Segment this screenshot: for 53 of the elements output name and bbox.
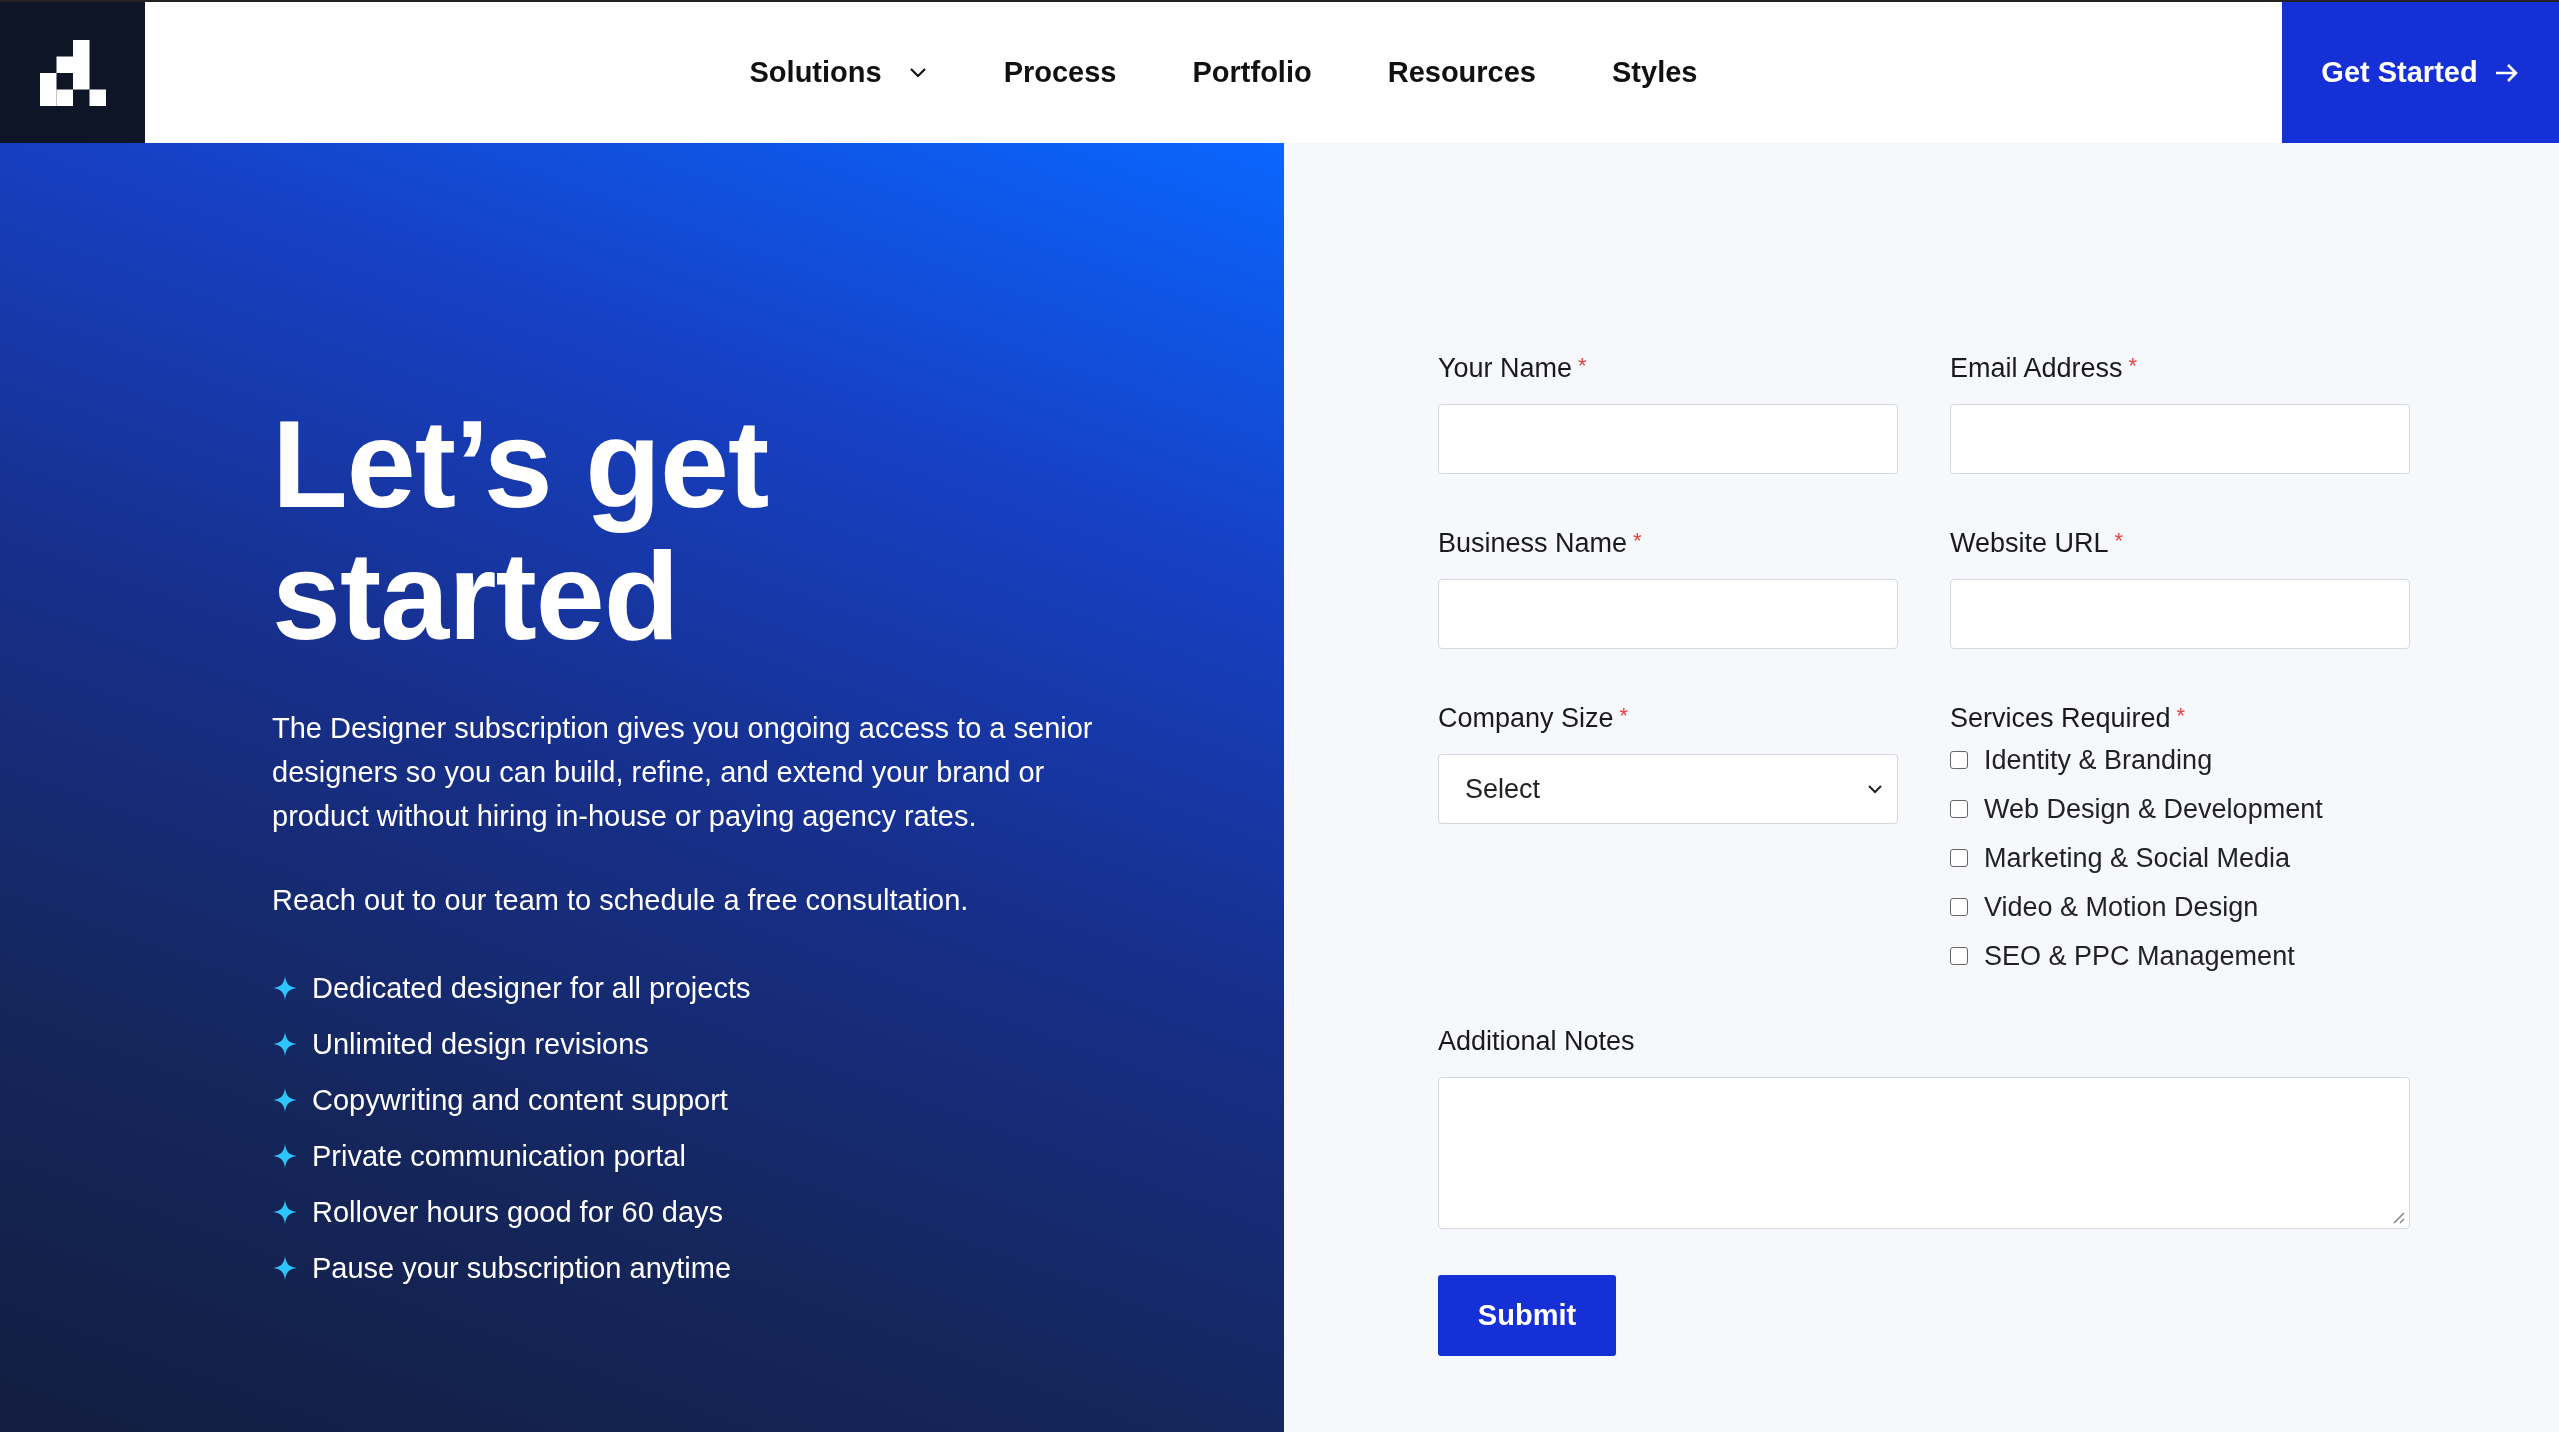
sparkle-icon (272, 1087, 298, 1113)
input-field[interactable] (1438, 579, 1898, 649)
hero-heading: Let’s get started (272, 398, 770, 662)
checkbox-label: Video & Motion Design (1984, 891, 2259, 923)
checkbox[interactable] (1950, 849, 1968, 867)
nav-link[interactable]: Styles (1612, 56, 1698, 89)
input-field[interactable] (1438, 404, 1898, 474)
nav-link[interactable]: Portfolio (1192, 56, 1312, 89)
select-dropdown[interactable]: Select (1438, 754, 1898, 824)
sparkle-icon (272, 1031, 298, 1057)
required-mark: * (1619, 703, 1629, 730)
checkbox-label: SEO & PPC Management (1984, 940, 2295, 972)
sparkle-icon (272, 1199, 298, 1225)
field-label: Company Size (1438, 703, 1614, 734)
required-mark: * (2114, 528, 2124, 555)
hero-paragraph: Reach out to our team to schedule a free consultation. (272, 883, 970, 918)
input-field[interactable] (1950, 579, 2410, 649)
sparkle-icon (272, 1143, 298, 1169)
field-label: Additional Notes (1438, 1026, 1635, 1057)
checkbox-label: Marketing & Social Media (1984, 842, 2291, 874)
benefit-text: Pause your subscription anytime (312, 1251, 732, 1286)
get-started-button[interactable]: Get Started (2282, 2, 2559, 143)
input-field[interactable] (1950, 404, 2410, 474)
checkbox[interactable] (1950, 898, 1968, 916)
field-label: Services Required (1950, 703, 2171, 734)
benefit-text: Rollover hours good for 60 days (312, 1195, 724, 1230)
required-mark: * (2176, 703, 2186, 730)
checkbox-label: Web Design & Development (1984, 793, 2323, 825)
checkbox[interactable] (1950, 751, 1968, 769)
field-label: Your Name (1438, 353, 1573, 384)
checkbox[interactable] (1950, 947, 1968, 965)
benefit-text: Copywriting and content support (312, 1083, 728, 1118)
chevron-down-icon (907, 66, 928, 79)
logo-icon[interactable] (0, 2, 145, 143)
field-label: Email Address (1950, 353, 2123, 384)
field-label: Website URL (1950, 528, 2109, 559)
hero-paragraph: The Designer subscription gives you ongoing access to a senior designers so you can build, refine, and extend your brand or product without hiring in-house or paying agency rates. (272, 711, 1094, 834)
field-label: Business Name (1438, 528, 1628, 559)
benefit-text: Dedicated designer for all projects (312, 971, 751, 1006)
required-mark: * (1578, 353, 1587, 380)
checkbox-label: Identity & Branding (1984, 744, 2213, 776)
checkbox[interactable] (1950, 800, 1968, 818)
required-mark: * (2128, 353, 2138, 380)
nav-link[interactable]: Resources (1387, 56, 1536, 89)
chevron-down-icon (1865, 783, 1885, 795)
nav-link[interactable]: Solutions (749, 56, 928, 89)
sparkle-icon (272, 975, 298, 1001)
nav-link[interactable]: Process (1003, 56, 1117, 89)
benefit-text: Unlimited design revisions (312, 1027, 649, 1062)
benefit-text: Private communication portal (312, 1139, 686, 1174)
notes-field[interactable] (1438, 1077, 2410, 1229)
submit-button[interactable]: Submit (1438, 1275, 1616, 1356)
required-mark: * (1633, 528, 1642, 555)
